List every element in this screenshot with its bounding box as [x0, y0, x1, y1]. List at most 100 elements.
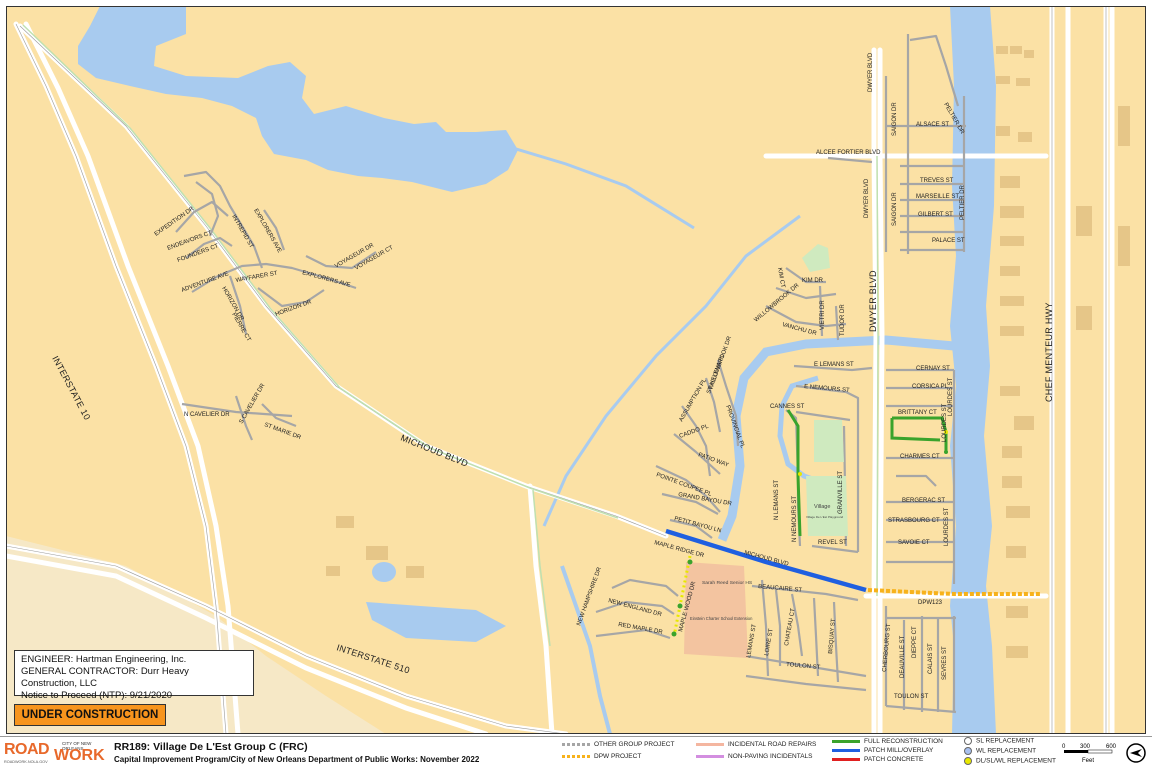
poi-playground: Village	[814, 504, 830, 510]
legend-dl: DL/SL/WL REPLACEMENT	[964, 757, 1056, 765]
legend-patch-concrete: PATCH CONCRETE	[832, 756, 923, 763]
pond-1	[372, 562, 396, 582]
legend-incidental: INCIDENTAL ROAD REPAIRS	[696, 741, 816, 748]
label-street: TUDOR DR	[840, 304, 846, 336]
label-street: CORSICA PL	[912, 384, 949, 390]
scale-tick-300: 300	[1080, 744, 1091, 750]
label-chef-menteur: CHEF MENTEUR HWY	[1044, 302, 1054, 402]
label-street: LOURDES ST	[942, 403, 948, 442]
label-street: DWYER BLVD	[864, 178, 870, 218]
legend-label: NON-PAVING INCIDENTALS	[728, 753, 813, 760]
map-frame: INTERSTATE 10 INTERSTATE 510 MICHOUD BLV…	[0, 0, 1152, 769]
scale-segment	[1064, 750, 1088, 753]
logo-work-text: WORK	[54, 747, 105, 764]
label-street: TOULON ST	[894, 694, 929, 700]
poi-sarah-reed: Sarah Reed Senior HS	[702, 580, 753, 586]
park-east	[814, 420, 844, 462]
legend-other-group: OTHER GROUP PROJECT	[562, 741, 674, 748]
label-street: PALACE ST	[932, 238, 965, 244]
label-street: SEVRES ST	[942, 646, 948, 680]
project-info-box: ENGINEER: Hartman Engineering, Inc. GENE…	[14, 650, 254, 701]
label-street: E LEMANS ST	[814, 362, 854, 368]
school-area	[684, 562, 748, 658]
label-street: SAIGON DR	[892, 192, 898, 226]
label-street: STRASBOURG CT	[888, 518, 940, 524]
legend-patch-mill: PATCH MILL/OVERLAY	[832, 747, 933, 754]
legend-full-reconstruction: FULL RECONSTRUCTION	[832, 738, 943, 745]
legend-sl: SL REPLACEMENT	[964, 737, 1034, 745]
label-street: CANNES ST	[770, 404, 805, 410]
label-street: SAIGON DR	[892, 102, 898, 136]
legend-swatch	[832, 757, 860, 761]
legend-dot	[964, 737, 972, 745]
scale-bar-graphic: 0 300 600 Feet	[1062, 744, 1117, 764]
legend-label: SL REPLACEMENT	[976, 737, 1035, 745]
label-street: DWYER BLVD	[868, 52, 874, 92]
roadwork-logo[interactable]: ROAD CITY OF NEW ORLEANS WORK ROADWORK.N…	[4, 739, 108, 767]
label-street: ALCEE FORTIER BLVD	[816, 150, 881, 156]
industrial-area	[1046, 6, 1146, 734]
legend-swatch	[562, 742, 590, 746]
legend-label: OTHER GROUP PROJECT	[594, 741, 675, 748]
legend-label: PATCH CONCRETE	[864, 756, 924, 763]
legend-wl: WL REPLACEMENT	[964, 747, 1036, 755]
scale-tick-600: 600	[1106, 744, 1117, 750]
label-street: LOURDES ST	[948, 377, 954, 416]
label-street: CERNAY ST	[916, 366, 950, 372]
legend-label: PATCH MILL/OVERLAY	[864, 747, 934, 754]
contractor-text: GENERAL CONTRACTOR: Durr Heavy Construct…	[21, 666, 189, 689]
map-footer: ROAD CITY OF NEW ORLEANS WORK ROADWORK.N…	[0, 736, 1152, 769]
label-street: TREVES ST	[920, 178, 954, 184]
label-street: MARSEILLE ST	[916, 194, 959, 200]
logo-road-text: ROAD	[4, 741, 50, 758]
label-street: DPW123	[918, 600, 943, 606]
label-street: CALAIS ST	[928, 643, 934, 674]
label-street: REVEL ST	[818, 540, 847, 546]
label-street: LOURDES ST	[944, 507, 950, 546]
label-street: N CAVELIER DR	[184, 412, 230, 418]
legend-label: FULL RECONSTRUCTION	[864, 738, 943, 745]
logo-tag-text: ROADWORK.NOLA.GOV	[4, 760, 48, 764]
legend-label: INCIDENTAL ROAD REPAIRS	[728, 741, 817, 748]
legend-non-paving: NON-PAVING INCIDENTALS	[696, 753, 813, 760]
poi-playground-full: Village De L'Est Playground	[806, 515, 844, 519]
engineer-text: ENGINEER: Hartman Engineering, Inc.	[21, 654, 187, 665]
label-street: DEAUVILLE ST	[900, 635, 906, 678]
ntp-text: Notice to Proceed (NTP): 9/21/2020	[21, 690, 173, 701]
legend-dot	[964, 757, 972, 765]
label-street: N NEMOURS ST	[792, 496, 798, 542]
label-street: GRANVILLE ST	[838, 471, 844, 514]
status-badge: UNDER CONSTRUCTION	[14, 704, 166, 726]
right-canal	[950, 6, 996, 734]
legend-swatch	[696, 742, 724, 746]
poi-einstein: Einstein Charter School Extension	[690, 616, 753, 621]
project-subtitle: Capital Improvement Program/City of New …	[114, 755, 480, 764]
legend-swatch	[832, 739, 860, 743]
label-street: GILBERT ST	[918, 212, 953, 218]
label-street: DIEPPE CT	[912, 626, 918, 658]
label-street: BRITTANY CT	[898, 410, 937, 416]
scale-unit: Feet	[1082, 758, 1094, 764]
legend-label: WL REPLACEMENT	[976, 747, 1037, 755]
label-dwyer-blvd: DWYER BLVD	[868, 270, 878, 332]
scale-tick-0: 0	[1062, 744, 1066, 750]
legend-label: DL/SL/WL REPLACEMENT	[976, 757, 1056, 765]
legend-label: DPW PROJECT	[594, 753, 642, 760]
map-canvas[interactable]: INTERSTATE 10 INTERSTATE 510 MICHOUD BLV…	[6, 6, 1146, 734]
label-street: BERGERAC ST	[902, 498, 945, 504]
label-street: ALSACE ST	[916, 122, 949, 128]
legend-swatch	[562, 754, 590, 758]
legend-dpw: DPW PROJECT	[562, 753, 641, 760]
north-arrow-icon	[1126, 743, 1146, 763]
label-street: N LEMANS ST	[774, 480, 780, 520]
scale-segment	[1087, 749, 1113, 754]
legend-dot	[964, 747, 972, 755]
project-title: RR189: Village De L'Est Group C (FRC)	[114, 741, 308, 753]
label-street: SAVOIE CT	[898, 540, 930, 546]
label-street: CHARMES CT	[900, 454, 940, 460]
legend-swatch	[696, 754, 724, 758]
label-street: KIM DR	[802, 278, 824, 284]
label-street: VIETRI DR	[820, 300, 826, 330]
scale-bar: 0 300 600 Feet	[1062, 740, 1124, 766]
label-street: PELTIER DR	[960, 184, 966, 220]
